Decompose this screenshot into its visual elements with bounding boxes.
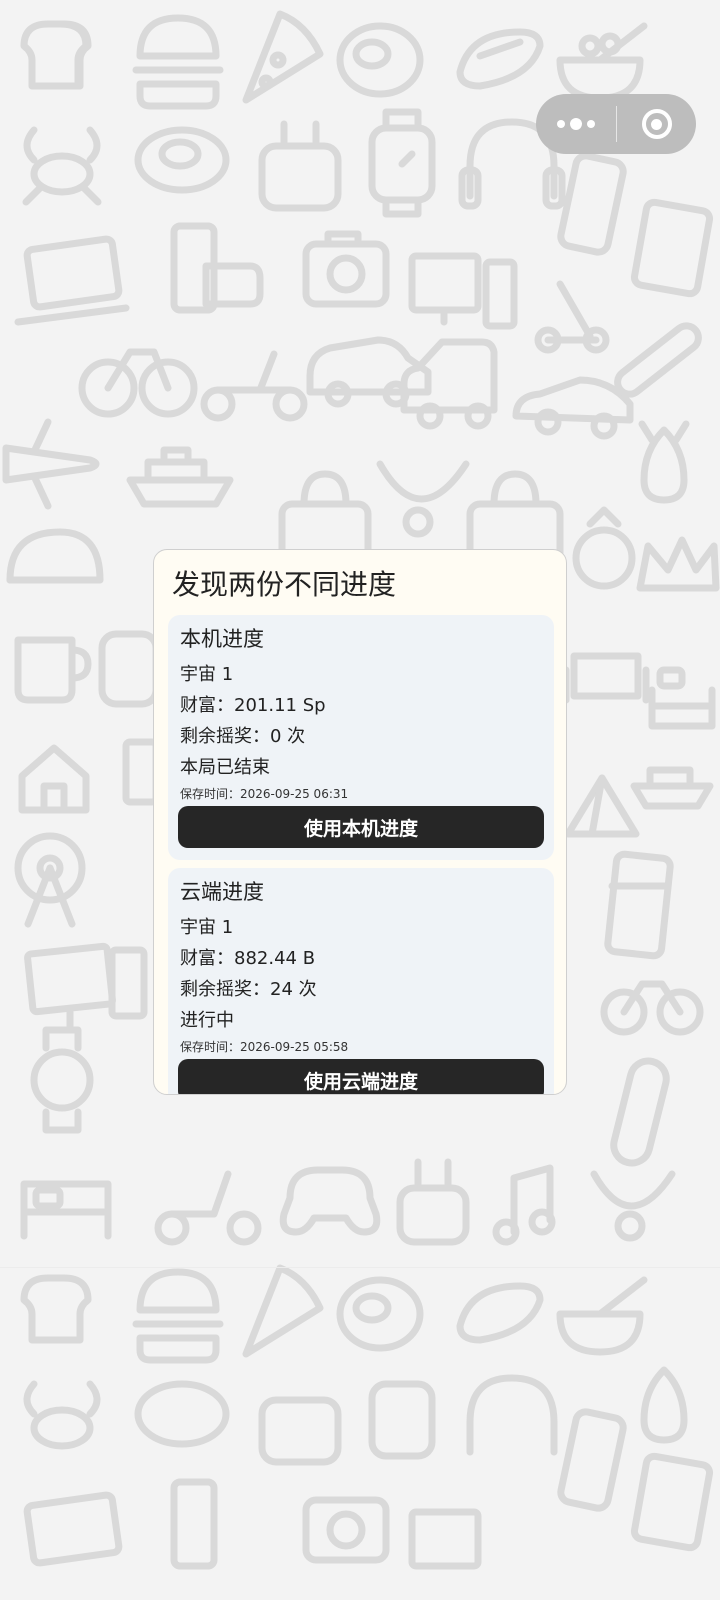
local-remaining-spins: 剩余摇奖：0 次	[180, 726, 306, 747]
scooter-icon	[534, 280, 610, 354]
desktop-monitor-icon	[24, 942, 148, 1032]
bed-icon	[648, 666, 716, 730]
noodle-bowl-icon	[556, 22, 648, 102]
game-controller-icon	[279, 1166, 381, 1236]
tent-icon	[564, 774, 640, 838]
sofa-icon	[562, 652, 650, 704]
local-progress-card: 本机进度 宇宙 1 财富：201.11 Sp 剩余摇奖：0 次 本局已结束 保存…	[168, 615, 554, 860]
cloud-wealth: 财富：882.44 B	[180, 948, 316, 969]
sports-car-icon	[512, 376, 634, 440]
bicycle-icon-2	[600, 980, 704, 1036]
game-console-icon-2	[170, 1478, 218, 1570]
earbuds-icon	[258, 120, 342, 212]
tablet-icon	[630, 198, 714, 298]
cloud-progress-card: 云端进度 宇宙 1 财富：882.44 B 剩余摇奖：24 次 进行中 保存时间…	[168, 868, 554, 1094]
more-dots-icon	[557, 120, 565, 128]
headphones-icon-2	[466, 1374, 558, 1456]
crab-icon	[22, 126, 102, 206]
more-button[interactable]	[536, 94, 616, 154]
house-icon	[18, 744, 90, 814]
necklace-icon	[376, 460, 470, 538]
cruise-ship-icon	[126, 446, 234, 508]
mug-icon	[14, 636, 92, 704]
laptop-icon	[14, 235, 130, 326]
game-console-icon	[170, 222, 264, 314]
steak-icon-4	[134, 1380, 230, 1448]
airplane-icon	[2, 418, 100, 510]
noodle-bowl-icon-2	[556, 1276, 648, 1356]
section-divider	[0, 1267, 720, 1268]
bread-icon-2	[20, 1274, 92, 1344]
book-icon	[122, 738, 160, 806]
close-miniprogram-button[interactable]	[617, 94, 696, 154]
camera-icon-2	[302, 1496, 390, 1564]
camera-icon	[302, 230, 390, 308]
cloud-saved-time: 保存时间：2026-09-25 05:58	[180, 1040, 349, 1054]
necklace-icon-2	[590, 1170, 676, 1242]
cloud-remaining-spins: 剩余摇奖：24 次	[180, 979, 317, 1000]
pizza-icon-2	[242, 1264, 324, 1358]
phone-icon-2	[557, 1408, 627, 1512]
desktop-computer-icon	[408, 252, 518, 330]
bread-icon	[20, 20, 92, 90]
lobster-icon-2	[640, 1366, 688, 1444]
progress-conflict-dialog: 发现两份不同进度 本机进度 宇宙 1 财富：201.11 Sp 剩余摇奖：0 次…	[153, 549, 567, 1095]
tablet-icon-2	[630, 1452, 714, 1552]
sushi-icon	[456, 28, 544, 90]
local-status: 本局已结束	[180, 757, 270, 778]
crown-icon	[636, 536, 720, 592]
ferris-wheel-icon	[14, 832, 86, 928]
wristwatch-icon	[30, 1026, 94, 1134]
use-local-progress-button[interactable]: 使用本机进度	[178, 806, 544, 848]
suv-icon	[400, 338, 498, 430]
cloud-status: 进行中	[180, 1010, 234, 1031]
pizza-icon	[242, 10, 324, 104]
local-saved-time: 保存时间：2026-09-25 06:31	[180, 787, 349, 801]
burger-icon-2	[132, 1268, 224, 1364]
watch-icon	[368, 108, 436, 218]
steak-icon-3	[336, 1276, 424, 1352]
music-note-icon	[492, 1164, 556, 1246]
crab-icon-2	[23, 1380, 101, 1450]
earbuds-case-icon	[396, 1158, 470, 1246]
steak-icon	[336, 22, 424, 98]
dialog-title: 发现两份不同进度	[172, 568, 397, 601]
laptop-icon-2	[23, 1491, 123, 1567]
desktop-computer-icon-2	[408, 1508, 482, 1570]
moped-icon-2	[154, 1170, 262, 1246]
burger-icon	[132, 14, 224, 110]
lobster-icon	[638, 420, 690, 504]
bed-icon-2	[20, 1180, 112, 1240]
bicycle-icon	[78, 348, 198, 418]
menu-capsule	[536, 94, 696, 154]
use-cloud-progress-button[interactable]: 使用云端进度	[178, 1059, 544, 1094]
target-circle-icon	[641, 109, 672, 139]
cloud-universe: 宇宙 1	[180, 917, 234, 938]
local-universe: 宇宙 1	[180, 664, 234, 685]
steak-icon-2	[134, 126, 230, 194]
sushi-icon-2	[456, 1282, 544, 1344]
fridge-icon	[604, 850, 674, 960]
skateboard-icon-2	[610, 1057, 670, 1167]
ship-icon	[630, 766, 714, 810]
cap-icon	[6, 528, 104, 584]
watch-icon-2	[368, 1380, 436, 1460]
earbuds-icon-2	[258, 1396, 342, 1466]
moped-icon	[200, 350, 308, 422]
local-progress-title: 本机进度	[180, 627, 264, 651]
ring-icon	[572, 506, 636, 590]
phone-icon	[557, 152, 627, 256]
pillow-icon	[98, 630, 160, 708]
app-screen: 发现两份不同进度 本机进度 宇宙 1 财富：201.11 Sp 剩余摇奖：0 次…	[0, 0, 720, 1600]
local-wealth: 财富：201.11 Sp	[180, 695, 326, 716]
cloud-progress-title: 云端进度	[180, 880, 264, 904]
skateboard-icon	[614, 322, 702, 398]
